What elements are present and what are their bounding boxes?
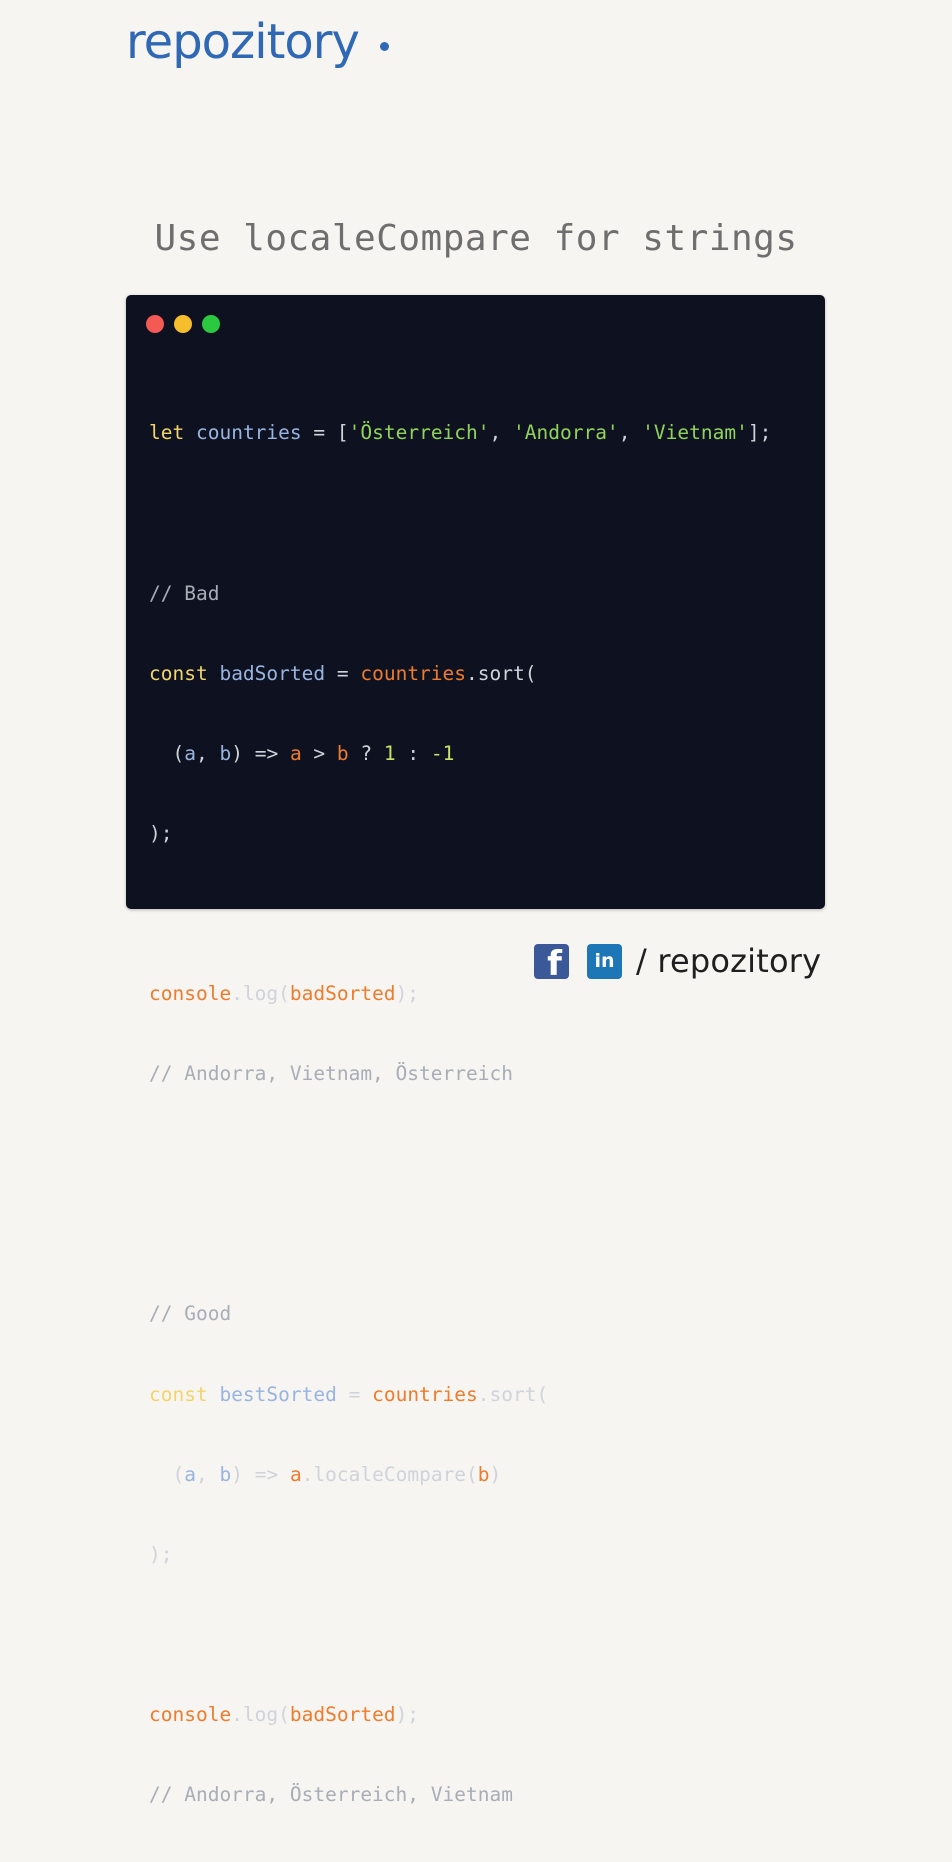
ref-a: a xyxy=(289,1462,302,1486)
comment-good-result: // Andorra, Österreich, Vietnam xyxy=(149,1783,513,1806)
string-osterreich: 'Österreich' xyxy=(348,421,490,445)
paren-close: ) xyxy=(231,1462,243,1486)
param-b: b xyxy=(219,1462,232,1486)
method-sort: .sort( xyxy=(466,661,537,685)
code-line-1: let countries = ['Österreich', 'Andorra'… xyxy=(149,420,771,447)
bracket-open: [ xyxy=(336,421,349,445)
param-a: a xyxy=(184,1462,196,1486)
paren-close: ) xyxy=(489,1462,502,1486)
ref-a: a xyxy=(289,741,302,765)
keyword-const: const xyxy=(149,1382,208,1406)
var-badsorted: badSorted xyxy=(219,661,326,685)
number-one: 1 xyxy=(383,741,396,765)
ref-b: b xyxy=(336,741,349,765)
string-andorra: 'Andorra' xyxy=(513,421,619,445)
social-handle[interactable]: / repozitory xyxy=(636,942,821,980)
paren-open: ( xyxy=(172,741,185,765)
social-footer: f in / repozitory xyxy=(534,942,821,981)
param-a: a xyxy=(184,741,196,765)
object-countries: countries xyxy=(372,1382,478,1406)
operator-assign: = xyxy=(336,1382,373,1406)
comma: , xyxy=(195,741,220,765)
paren-open: ( xyxy=(172,1462,185,1486)
maximize-dot-icon[interactable] xyxy=(202,315,220,333)
code-line-comparator-bad: (a, b) => a > b ? 1 : -1 xyxy=(149,741,771,768)
string-vietnam: 'Vietnam' xyxy=(642,421,748,445)
ref-b: b xyxy=(477,1462,490,1486)
keyword-let: let xyxy=(149,421,185,445)
paren-close: ); xyxy=(395,982,420,1006)
object-console: console xyxy=(149,982,232,1006)
brand-logo-dot xyxy=(380,42,389,51)
object-console: console xyxy=(149,1702,232,1726)
comment-bad-result: // Andorra, Vietnam, Österreich xyxy=(149,1062,513,1086)
facebook-icon[interactable]: f xyxy=(534,943,569,981)
operator-ternary: ? xyxy=(348,741,384,765)
arg-badsorted: badSorted xyxy=(289,1702,396,1726)
window-controls xyxy=(146,315,220,333)
var-bestsorted: bestSorted xyxy=(219,1382,337,1406)
object-countries: countries xyxy=(360,661,467,685)
arg-badsorted: badSorted xyxy=(289,982,396,1006)
close-dot-icon[interactable] xyxy=(146,315,164,333)
paren-close: ) xyxy=(231,741,243,765)
code-line-const-good: const bestSorted = countries.sort( xyxy=(149,1382,771,1409)
code-line-log-good: console.log(badSorted); xyxy=(149,1702,771,1729)
method-log: .log( xyxy=(231,982,290,1006)
code-line-const-bad: const badSorted = countries.sort( xyxy=(149,661,771,688)
operator-assign: = xyxy=(325,661,361,685)
comma: , xyxy=(195,1462,220,1486)
arrow: => xyxy=(242,1462,290,1486)
operator-assign: = xyxy=(301,421,337,445)
code-line-close-bad: ); xyxy=(149,821,173,845)
headline-title: Use localeCompare for strings xyxy=(154,218,798,259)
minimize-dot-icon[interactable] xyxy=(174,315,192,333)
bracket-close: ]; xyxy=(747,421,772,445)
comma: , xyxy=(618,421,643,445)
operator-gt: > xyxy=(301,741,337,765)
number-neg-one: -1 xyxy=(430,741,455,765)
arrow: => xyxy=(242,741,290,765)
paren-close: ); xyxy=(395,1702,420,1726)
linkedin-icon[interactable]: in xyxy=(587,943,622,979)
comma: , xyxy=(489,421,514,445)
var-countries: countries xyxy=(195,421,302,445)
code-line-comparator-good: (a, b) => a.localeCompare(b) xyxy=(149,1462,771,1489)
method-sort: .sort( xyxy=(477,1382,549,1406)
code-line-log-bad: console.log(badSorted); xyxy=(149,981,771,1008)
param-b: b xyxy=(219,741,232,765)
method-log: .log( xyxy=(231,1702,290,1726)
comment-good: // Good xyxy=(149,1302,232,1326)
code-block: let countries = ['Österreich', 'Andorra'… xyxy=(149,367,771,1862)
method-localecompare: .localeCompare( xyxy=(301,1462,478,1486)
code-line-close-good: ); xyxy=(149,1542,173,1566)
keyword-const: const xyxy=(149,661,208,685)
comment-bad: // Bad xyxy=(149,581,220,605)
code-editor-window: let countries = ['Österreich', 'Andorra'… xyxy=(126,295,825,1806)
operator-colon: : xyxy=(395,741,431,765)
brand-logo: repozitory xyxy=(126,14,360,70)
